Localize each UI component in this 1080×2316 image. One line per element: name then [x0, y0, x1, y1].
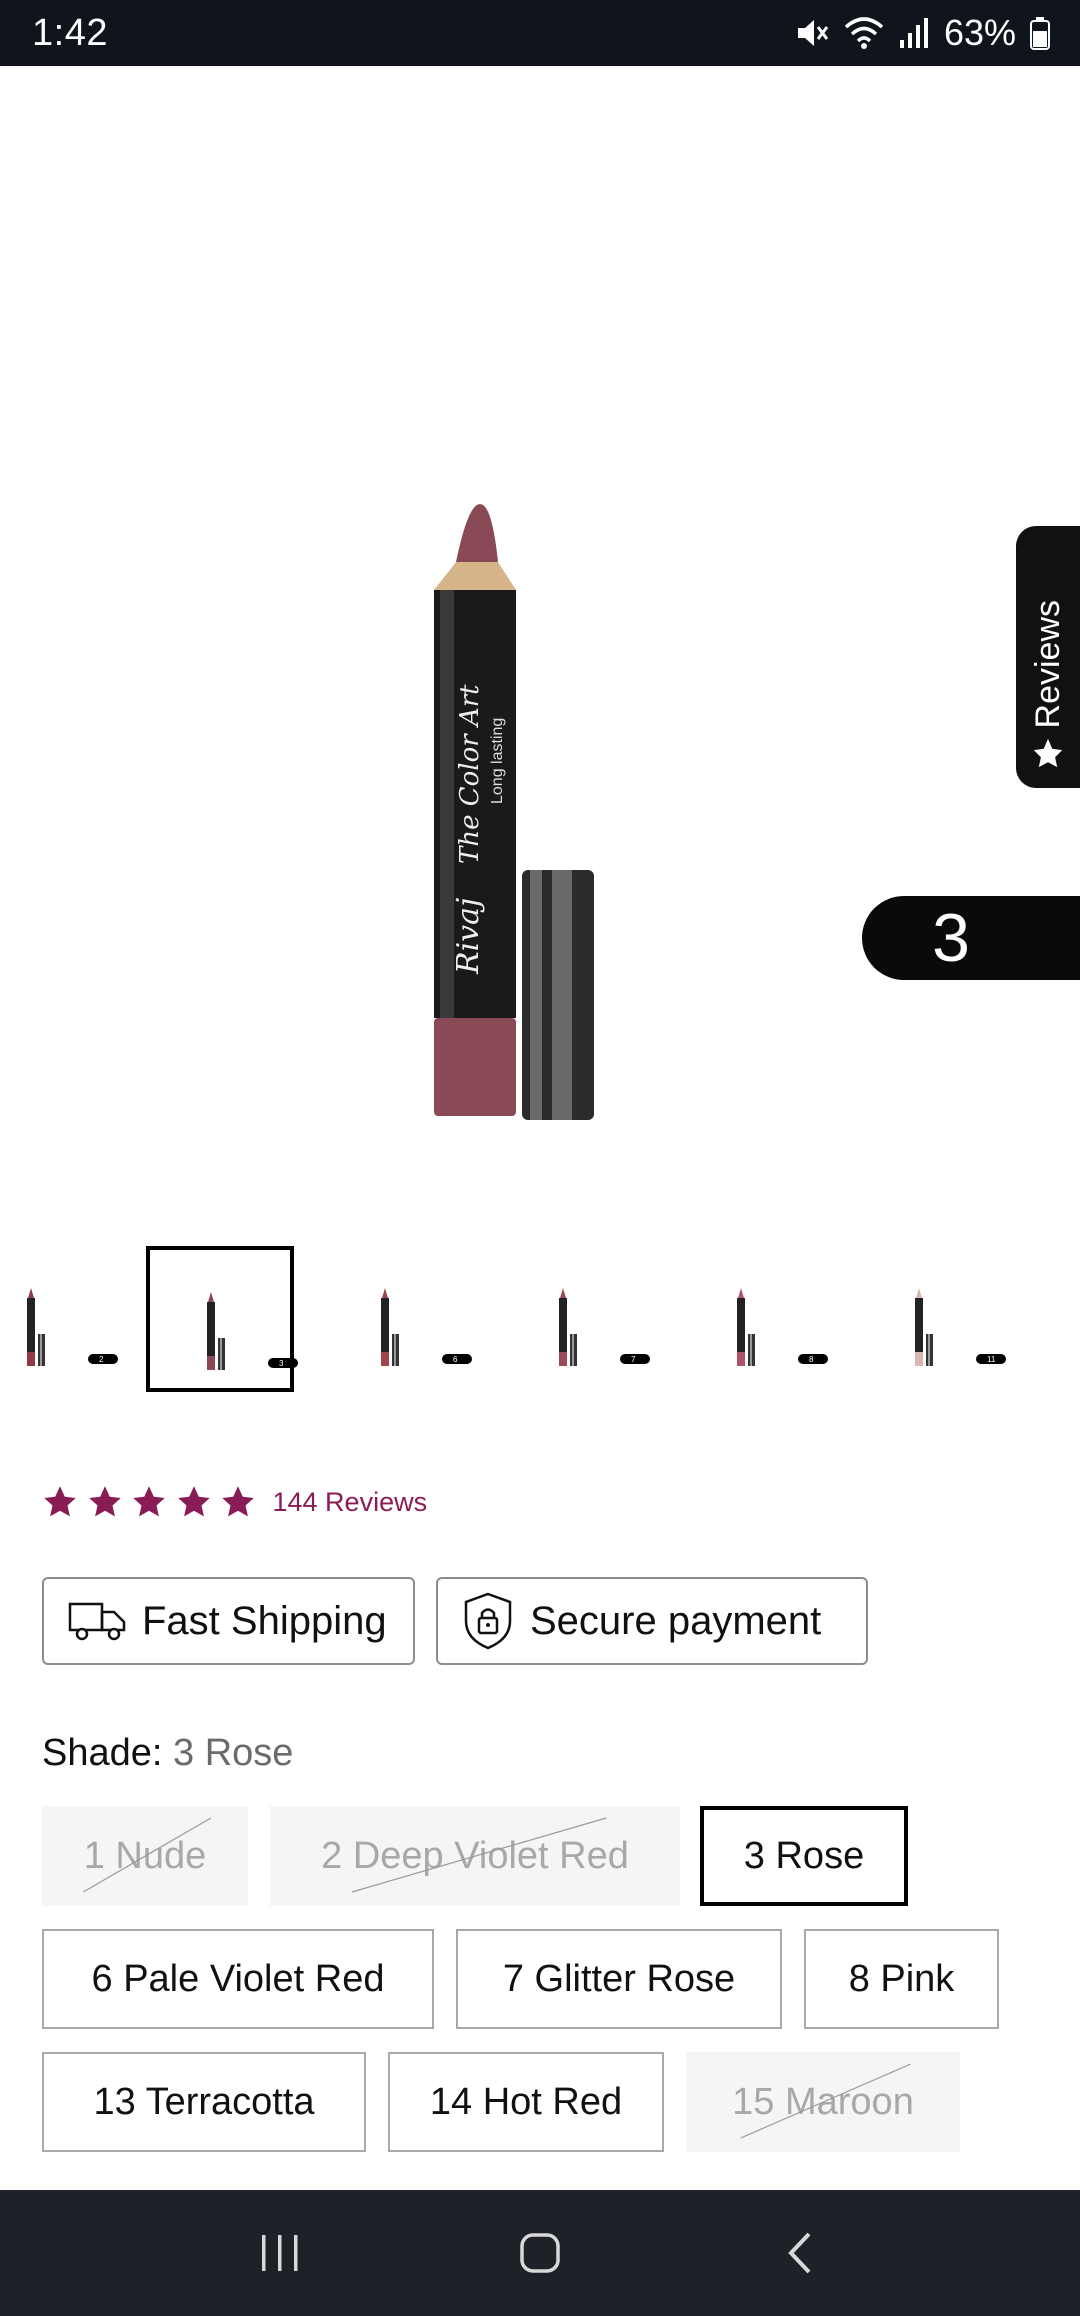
strikethrough-line — [270, 1806, 680, 1906]
signal-icon — [899, 18, 928, 48]
lip-pencil-image: Rivaj The Color Art Long lasting — [434, 504, 594, 1120]
thumbnail-strip: 2 3 6 7 8 11 — [0, 1246, 1080, 1394]
shade-option[interactable]: 13 Terracotta — [42, 2052, 366, 2152]
thumbnail-number: 2 — [99, 1355, 104, 1364]
secure-payment-badge: Secure payment — [436, 1577, 868, 1665]
thumbnail-8[interactable]: 8 — [680, 1246, 828, 1392]
thumbnail-image: 2 — [27, 1288, 118, 1366]
status-icons: 63% — [794, 12, 1050, 54]
tagline-mark: Long lasting — [489, 718, 506, 804]
star-icon — [44, 1486, 76, 1517]
rating-row[interactable]: 144 Reviews — [42, 1484, 427, 1520]
back-icon — [788, 2232, 811, 2274]
shade-option-label: 7 Glitter Rose — [502, 1957, 736, 2000]
star-icon — [222, 1486, 254, 1517]
thumbnail-11[interactable]: 11 — [858, 1246, 1006, 1392]
star-rating — [42, 1484, 265, 1520]
status-bar: 1:42 63% — [0, 0, 1080, 66]
thumbnail-number: 11 — [987, 1355, 996, 1364]
star-icon — [133, 1486, 165, 1517]
home-icon — [520, 2233, 560, 2273]
thumbnail-number: 3 — [279, 1359, 284, 1368]
navigation-bar — [0, 2190, 1080, 2316]
thumbnail-number: 6 — [453, 1355, 458, 1364]
shade-label-key: Shade: — [42, 1732, 163, 1774]
recent-apps-icon — [262, 2235, 298, 2271]
shield-lock-icon — [464, 1592, 512, 1650]
strikethrough-line — [42, 1806, 248, 1906]
shade-option[interactable]: 6 Pale Violet Red — [42, 1929, 434, 2029]
shade-option-label: 6 Pale Violet Red — [91, 1957, 385, 2000]
shade-number-badge: 3 — [862, 896, 1080, 980]
shade-option: 2 Deep Violet Red — [270, 1806, 680, 1906]
reviews-tab-label: Reviews — [1028, 599, 1067, 728]
product-image[interactable]: Rivaj The Color Art Long lasting — [0, 66, 1080, 1236]
shade-option[interactable]: 14 Hot Red — [388, 2052, 664, 2152]
shade-option: 15 Maroon — [686, 2052, 960, 2152]
shade-option-label: 3 Rose — [743, 1834, 865, 1877]
truck-icon — [68, 1602, 126, 1641]
recent-apps-button[interactable] — [240, 2213, 320, 2293]
shade-option-label: 8 Pink — [848, 1957, 955, 2000]
shade-option[interactable]: 3 Rose — [700, 1806, 908, 1906]
shade-option-label: 14 Hot Red — [429, 2080, 623, 2123]
product-line-mark: The Color Art — [455, 684, 485, 864]
shade-option: 1 Nude — [42, 1806, 248, 1906]
reviews-side-tab[interactable]: Reviews — [1016, 526, 1080, 788]
shade-label: Shade: 3 Rose — [42, 1732, 293, 1775]
battery-icon — [1030, 17, 1050, 50]
strikethrough-line — [686, 2052, 960, 2152]
mute-icon — [797, 20, 829, 46]
fast-shipping-badge: Fast Shipping — [42, 1577, 415, 1665]
star-icon — [177, 1486, 210, 1517]
star-icon — [1033, 738, 1063, 768]
thumbnail-number: 8 — [809, 1355, 814, 1364]
shade-option-label: 13 Terracotta — [93, 2080, 315, 2123]
secure-payment-label: Secure payment — [530, 1598, 822, 1643]
shade-number: 3 — [932, 900, 970, 976]
thumbnail-2[interactable]: 2 — [0, 1246, 118, 1392]
thumbnail-6[interactable]: 6 — [324, 1246, 472, 1392]
back-button[interactable] — [760, 2213, 840, 2293]
brand-mark: Rivaj — [451, 898, 486, 975]
star-icon — [88, 1486, 121, 1517]
thumbnail-image: 3 — [207, 1292, 298, 1370]
thumbnail-number: 7 — [631, 1355, 636, 1364]
shade-option[interactable]: 7 Glitter Rose — [456, 1929, 782, 2029]
shade-option[interactable]: 8 Pink — [804, 1929, 999, 2029]
shade-label-value: 3 Rose — [173, 1732, 294, 1774]
wifi-icon — [844, 17, 884, 49]
thumbnail-image: 7 — [559, 1288, 650, 1366]
thumbnail-image: 6 — [381, 1288, 472, 1366]
thumbnail-7[interactable]: 7 — [502, 1246, 650, 1392]
status-time: 1:42 — [32, 11, 108, 54]
thumbnail-image: 8 — [737, 1288, 828, 1366]
battery-percent: 63% — [943, 12, 1016, 53]
home-button[interactable] — [500, 2213, 580, 2293]
thumbnail-3[interactable]: 3 — [146, 1246, 298, 1392]
fast-shipping-label: Fast Shipping — [142, 1598, 387, 1643]
review-count[interactable]: 144 Reviews — [273, 1487, 428, 1518]
thumbnail-image: 11 — [915, 1288, 1006, 1366]
